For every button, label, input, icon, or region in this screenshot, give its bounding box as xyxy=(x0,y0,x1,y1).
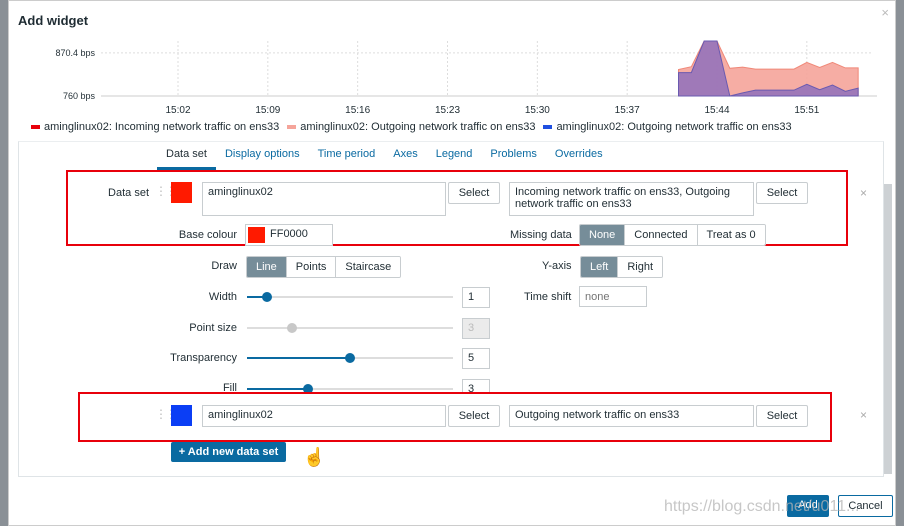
legend-label: aminglinux02: Outgoing network traffic o… xyxy=(300,121,536,133)
add-widget-dialog: Add widget × 15:02 15:09 15:16 15:23 15:30 15… xyxy=(8,0,896,526)
point-size-slider xyxy=(247,323,453,333)
base-colour-label: Base colour xyxy=(178,229,237,241)
data-set-label: Data set xyxy=(108,187,149,199)
legend-swatch xyxy=(31,125,40,129)
remove-dataset-icon[interactable]: × xyxy=(860,408,867,422)
x-tick-label: 15:09 xyxy=(255,105,280,116)
legend-label: aminglinux02: Incoming network traffic o… xyxy=(44,121,280,133)
tab-time-period[interactable]: Time period xyxy=(309,148,385,170)
legend-swatch xyxy=(543,125,553,129)
x-tick-label: 15:30 xyxy=(525,105,550,116)
dataset-color-swatch[interactable] xyxy=(171,182,192,203)
watermark: https://blog.csdn.net/u011... xyxy=(664,498,860,515)
scrollbar[interactable] xyxy=(884,184,892,474)
x-tick-label: 15:23 xyxy=(435,105,460,116)
y-tick-label: 760 bps xyxy=(63,91,96,101)
point-size-input: 3 xyxy=(462,318,490,339)
host-input[interactable]: aminglinux02 xyxy=(202,405,446,427)
tab-data-set[interactable]: Data set xyxy=(157,148,216,170)
y-axis-toggle: Left Right xyxy=(580,256,664,278)
width-slider[interactable] xyxy=(247,292,453,302)
tab-display-options[interactable]: Display options xyxy=(216,148,309,170)
missing-connected[interactable]: Connected xyxy=(624,225,697,245)
time-shift-input[interactable] xyxy=(579,286,647,307)
draw-staircase[interactable]: Staircase xyxy=(335,257,401,277)
legend-item: aminglinux02: Incoming network traffic o… xyxy=(31,121,279,133)
legend-swatch xyxy=(287,125,297,129)
chart-legend: aminglinux02: Incoming network traffic o… xyxy=(31,121,792,133)
tab-bar: Data set Display options Time period Axe… xyxy=(157,148,612,170)
host-select-button[interactable]: Select xyxy=(448,405,500,427)
tab-problems[interactable]: Problems xyxy=(481,148,545,170)
point-size-label: Point size xyxy=(189,322,237,334)
missing-data-toggle: None Connected Treat as 0 xyxy=(579,224,766,246)
missing-treat-as-0[interactable]: Treat as 0 xyxy=(696,225,765,245)
items-input[interactable]: Incoming network traffic on ens33, Outgo… xyxy=(509,182,754,216)
tab-legend[interactable]: Legend xyxy=(427,148,482,170)
transparency-input[interactable]: 5 xyxy=(462,348,490,369)
cursor-hand-icon: ☝ xyxy=(303,447,326,467)
y-tick-label: 870.4 bps xyxy=(55,48,95,58)
add-new-data-set-button[interactable]: + Add new data set xyxy=(171,442,286,462)
transparency-label: Transparency xyxy=(170,352,237,364)
base-colour-swatch[interactable] xyxy=(248,227,265,243)
dataset-color-swatch[interactable] xyxy=(171,405,192,426)
legend-item: aminglinux02: Outgoing network traffic o… xyxy=(543,121,792,133)
y-axis-label: Y-axis xyxy=(542,260,572,272)
draw-points[interactable]: Points xyxy=(285,257,336,277)
draw-label: Draw xyxy=(211,260,237,272)
legend-label: aminglinux02: Outgoing network traffic o… xyxy=(556,121,792,133)
x-tick-label: 15:51 xyxy=(794,105,819,116)
base-colour-value: FF0000 xyxy=(270,228,308,240)
x-tick-label: 15:44 xyxy=(704,105,729,116)
width-label: Width xyxy=(208,291,237,303)
missing-data-label: Missing data xyxy=(510,229,572,241)
x-tick-label: 15:02 xyxy=(165,105,190,116)
items-input[interactable]: Outgoing network traffic on ens33 xyxy=(509,405,754,427)
x-tick-label: 15:16 xyxy=(345,105,370,116)
base-colour-input[interactable]: FF0000 xyxy=(245,224,333,246)
host-select-button[interactable]: Select xyxy=(448,182,500,204)
x-tick-label: 15:37 xyxy=(615,105,640,116)
y-axis-left[interactable]: Left xyxy=(581,257,618,277)
time-shift-label: Time shift xyxy=(524,291,572,303)
items-select-button[interactable]: Select xyxy=(756,182,808,204)
close-icon[interactable]: × xyxy=(881,5,889,20)
tab-overrides[interactable]: Overrides xyxy=(546,148,612,170)
legend-item: aminglinux02: Outgoing network traffic o… xyxy=(287,121,535,133)
draw-line[interactable]: Line xyxy=(247,257,286,277)
transparency-slider[interactable] xyxy=(247,353,453,363)
remove-dataset-icon[interactable]: × xyxy=(860,186,867,200)
width-input[interactable]: 1 xyxy=(462,287,490,308)
y-axis-right[interactable]: Right xyxy=(617,257,663,277)
missing-none[interactable]: None xyxy=(580,225,625,245)
dialog-title: Add widget xyxy=(18,13,89,28)
draw-toggle: Line Points Staircase xyxy=(246,256,402,278)
items-select-button[interactable]: Select xyxy=(756,405,808,427)
host-input[interactable]: aminglinux02 xyxy=(202,182,446,216)
tab-axes[interactable]: Axes xyxy=(384,148,426,170)
